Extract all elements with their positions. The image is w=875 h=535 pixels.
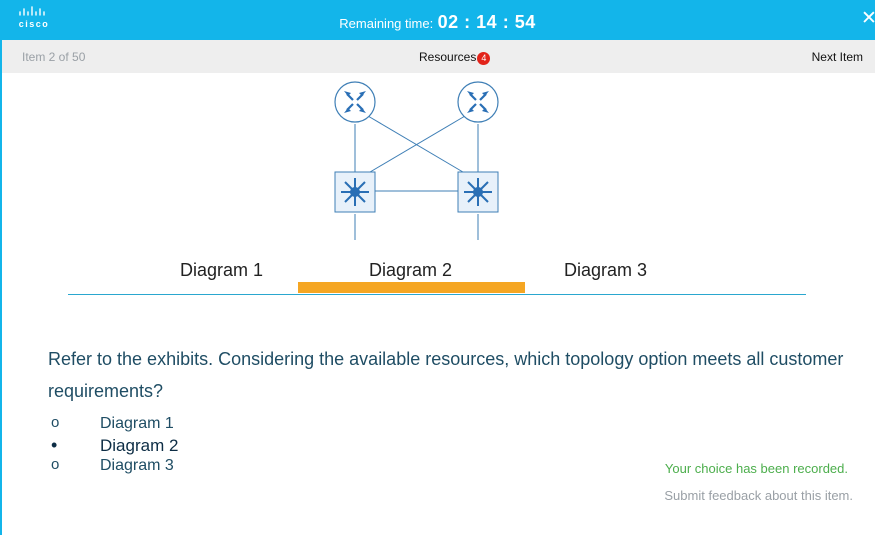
tab-diagram-2[interactable]: Diagram 2 (369, 260, 452, 286)
option-label: Diagram 2 (100, 436, 179, 455)
navigation-bar: Item 2 of 50 Resources 4 Next Item (0, 40, 875, 73)
close-icon[interactable]: ✕ (861, 9, 875, 29)
topology-diagram (320, 78, 520, 253)
multilayer-switch-icon (457, 171, 499, 213)
timer-label: Remaining time: (339, 16, 434, 31)
option-marker: o (51, 456, 60, 473)
option-label: Diagram 3 (100, 457, 174, 474)
timer-value: 02 : 14 : 54 (437, 12, 536, 32)
option-marker: • (51, 435, 58, 455)
next-item-button[interactable]: Next Item (812, 50, 863, 64)
header-bar: cisco Remaining time: 02 : 14 : 54 ✕ (0, 0, 875, 40)
resources-label: Resources (419, 50, 477, 64)
submit-feedback-link[interactable]: Submit feedback about this item. (664, 488, 853, 503)
resources-count-badge: 4 (477, 52, 491, 65)
diagram-tabs: Diagram 1 Diagram 2 Diagram 3 (68, 260, 806, 295)
option-label: Diagram 1 (100, 415, 174, 432)
question-text: Refer to the exhibits. Considering the a… (48, 349, 844, 401)
left-border (0, 73, 2, 535)
option-marker: o (51, 414, 60, 431)
choice-recorded-status: Your choice has been recorded. (664, 461, 848, 476)
remaining-time: Remaining time: 02 : 14 : 54 (0, 12, 875, 33)
resources-button[interactable]: Resources 4 (419, 50, 491, 65)
item-counter: Item 2 of 50 (22, 50, 86, 64)
multilayer-switch-icon (334, 171, 376, 213)
router-icon (334, 81, 376, 123)
tab-diagram-1[interactable]: Diagram 1 (180, 260, 263, 286)
tab-diagram-3[interactable]: Diagram 3 (564, 260, 647, 286)
router-icon (457, 81, 499, 123)
